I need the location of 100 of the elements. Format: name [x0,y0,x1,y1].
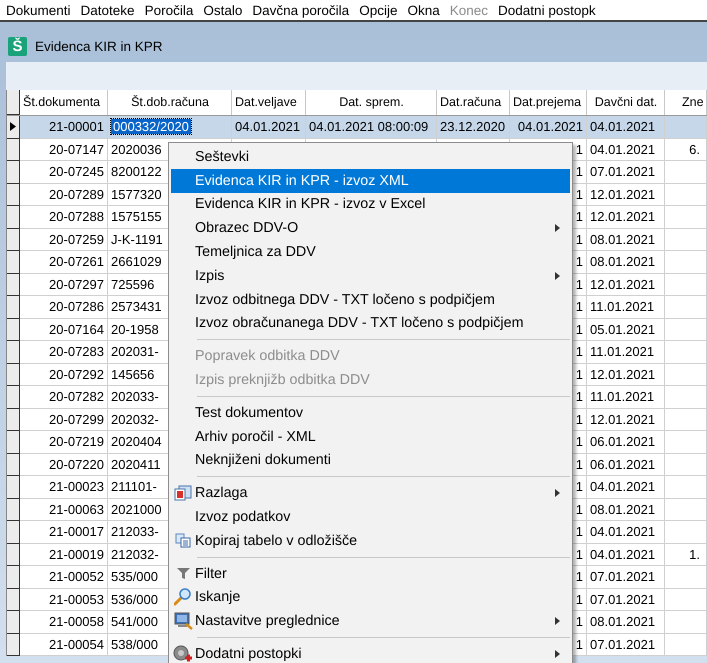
row-header[interactable] [7,408,20,431]
table-cell: 21-00052 [20,566,108,588]
table-cell: 20-07220 [20,454,108,476]
row-header[interactable] [7,116,20,138]
table-cell [665,408,707,431]
table-cell: 20-07283 [20,341,108,364]
table-cell: 04.01.2021 [587,476,665,498]
table-cell [665,386,707,408]
menu-bar-item[interactable]: Poročila [140,2,200,18]
table-cell: 08.01.2021 [587,498,665,521]
table-cell: 12.01.2021 [587,206,665,228]
table-cell [665,206,707,228]
row-header[interactable] [7,161,20,184]
window-title: Evidenca KIR in KPR [35,38,163,54]
table-cell: 21-00063 [20,498,108,521]
table-cell: 20-07288 [20,206,108,228]
table-cell: 21-00058 [20,611,108,634]
row-header[interactable] [7,521,20,544]
row-header[interactable] [7,228,20,251]
table-cell: 04.01.2021 [232,116,306,138]
table-cell [665,251,707,274]
table-cell: 08.01.2021 [587,228,665,251]
row-header[interactable] [7,296,20,318]
table-cell: 20-07219 [20,431,108,454]
table-cell: 12.01.2021 [587,184,665,206]
menu-bar-item[interactable]: Davčna poročila [248,2,356,18]
table-cell: 04.01.2021 [587,116,665,138]
table-cell: 04.01.2021 [587,521,665,544]
menu-item[interactable]: Evidenca KIR in KPR - izvoz XML [171,168,570,193]
table-cell: 1. [665,544,707,566]
filter-icon [176,567,190,580]
menu-bar-item[interactable]: Okna [403,2,446,18]
table-cell [665,476,707,498]
table-cell [665,521,707,544]
row-header[interactable] [7,206,20,228]
column-header[interactable]: Zne [665,90,707,115]
table-cell: 20-07286 [20,296,108,318]
table-cell: 20-07289 [20,184,108,206]
table-cell [665,588,707,611]
row-header[interactable] [7,138,20,161]
table-cell: 20-07147 [20,138,108,161]
column-header[interactable]: Dat.prejema [510,90,587,115]
menu-bar-item[interactable]: Opcije [355,2,404,18]
table-cell [665,184,707,206]
row-header[interactable] [7,184,20,206]
column-header[interactable]: Dat.računa [437,90,510,115]
table-cell: 21-00054 [20,634,108,656]
table-cell: 21-00019 [20,544,108,566]
table-cell: 20-07299 [20,408,108,431]
row-header[interactable] [7,274,20,296]
table-cell: 000332/2020 [108,116,232,138]
table-cell: 6. [665,138,707,161]
table-cell: 20-07297 [20,274,108,296]
table-cell: 21-00053 [20,588,108,611]
row-header[interactable] [7,454,20,476]
row-header[interactable] [7,611,20,634]
row-header[interactable] [7,318,20,341]
table-cell: 21-00023 [20,476,108,498]
row-header[interactable] [7,476,20,498]
corner-header [7,90,20,115]
table-cell: 20-07164 [20,318,108,341]
table-cell: 06.01.2021 [587,431,665,454]
column-header[interactable]: Dat.veljave [232,90,306,115]
table-cell [665,296,707,318]
table-cell [665,454,707,476]
row-header[interactable] [7,341,20,364]
column-header[interactable]: Št.dob.računa [108,90,232,115]
table-cell [665,228,707,251]
table-cell: 11.01.2021 [587,386,665,408]
column-header[interactable]: Dat. sprem. [306,90,437,115]
table-cell [665,274,707,296]
column-header[interactable]: Davčni dat. [587,90,665,115]
menu-bar-item[interactable]: Datoteke [76,2,141,18]
row-header[interactable] [7,498,20,521]
row-header[interactable] [7,431,20,454]
table-cell: 05.01.2021 [587,318,665,341]
table-cell: 04.01.2021 08:00:09 [306,116,437,138]
column-header[interactable]: Št.dokumenta [20,90,108,115]
row-header[interactable] [7,544,20,566]
table-cell: 08.01.2021 [587,251,665,274]
menu-bar-item[interactable]: Dokumenti [2,2,77,18]
table-cell: 11.01.2021 [587,341,665,364]
row-header[interactable] [7,634,20,656]
copy-icon [175,533,191,548]
table-cell: 23.12.2020 [437,116,510,138]
table-cell [665,341,707,364]
table-cell: 20-07245 [20,161,108,184]
table-cell: 12.01.2021 [587,274,665,296]
table-cell [665,318,707,341]
row-header[interactable] [7,251,20,274]
table-cell: 20-07261 [20,251,108,274]
row-header[interactable] [7,364,20,386]
row-header[interactable] [7,566,20,588]
menu-bar-item[interactable]: Dodatni postopk [494,2,602,18]
menu-bar-item[interactable]: Ostalo [199,2,248,18]
table-cell: 06.01.2021 [587,454,665,476]
table-cell: 08.01.2021 [587,611,665,634]
row-header[interactable] [7,386,20,408]
current-row-icon [10,122,16,132]
row-header[interactable] [7,588,20,611]
